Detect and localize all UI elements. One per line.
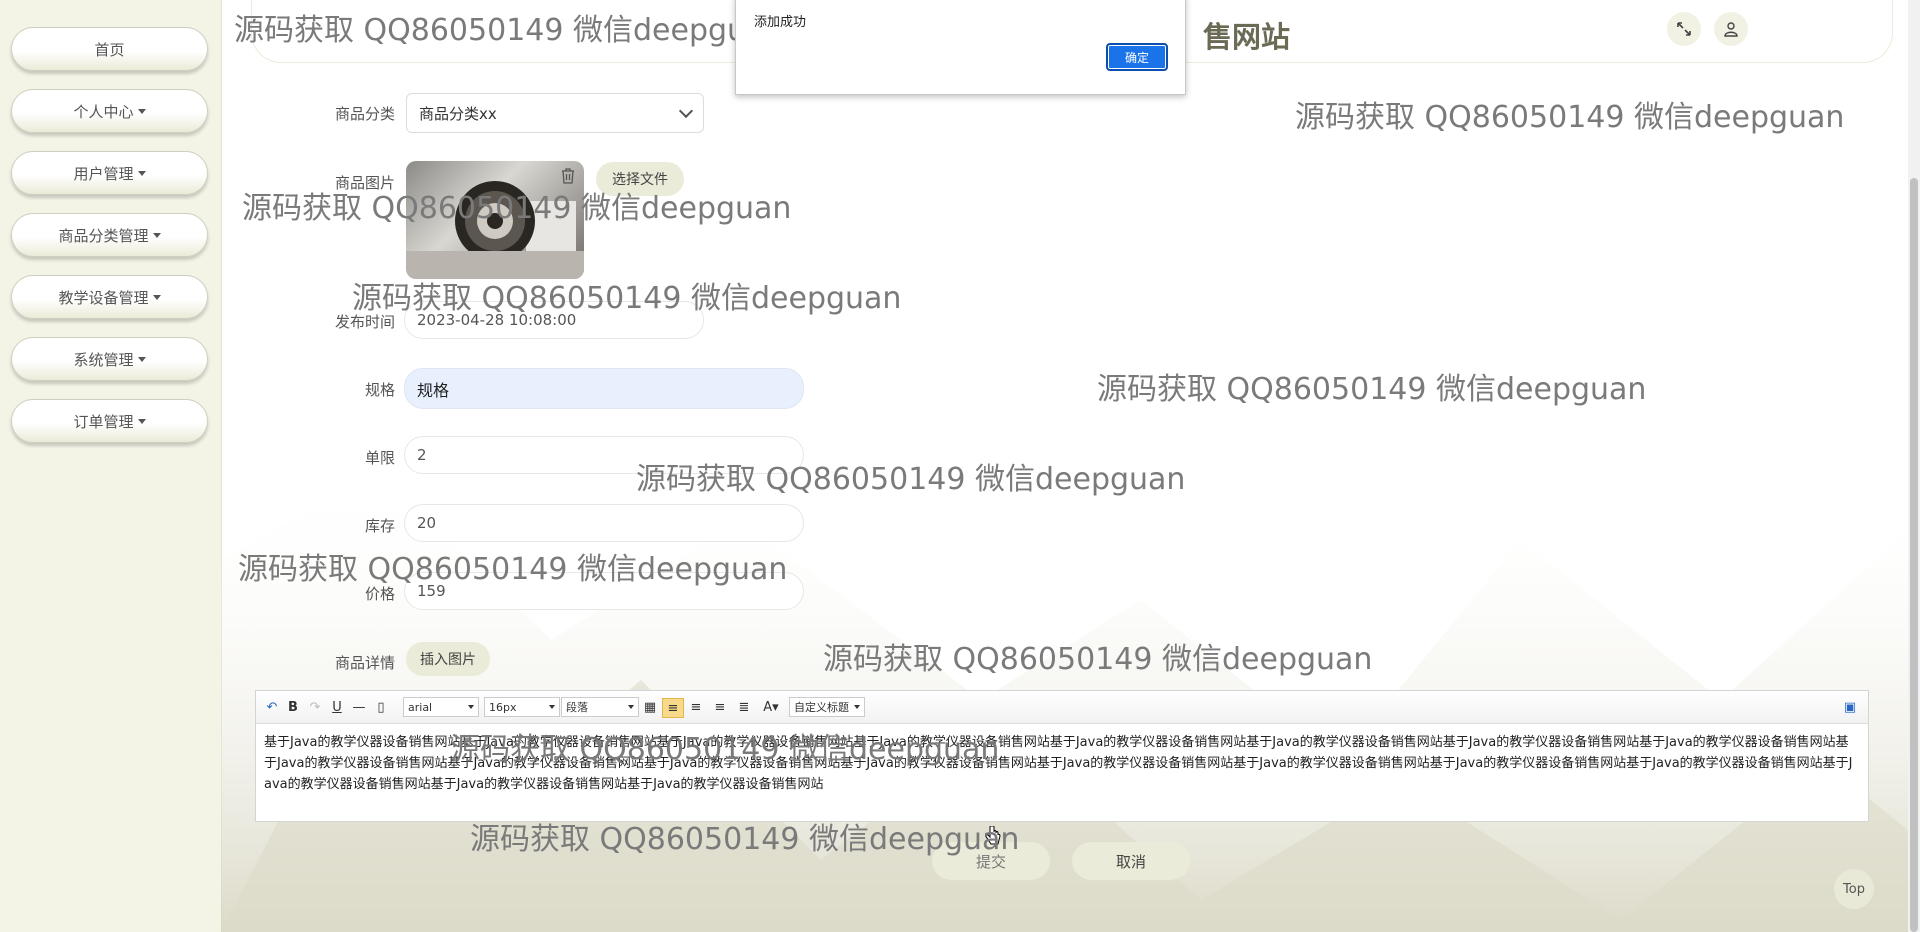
- caret-down-icon: [137, 356, 146, 362]
- dropdown-arrow-icon: [549, 705, 555, 709]
- caret-down-icon: [152, 232, 161, 238]
- caret-down-icon: [137, 108, 146, 114]
- sidebar-item-system-management[interactable]: 系统管理: [11, 337, 208, 381]
- document-icon[interactable]: ▯: [374, 698, 388, 716]
- watermark: 源码获取 QQ86050149 微信deepguan: [470, 822, 1020, 857]
- caret-down-icon: [137, 418, 146, 424]
- font-size-select[interactable]: 16px: [484, 697, 560, 717]
- sidebar-item-label: 订单管理: [73, 412, 134, 431]
- font-family-value: arial: [408, 700, 433, 714]
- spec-field[interactable]: [404, 368, 804, 409]
- user-icon[interactable]: [1714, 12, 1748, 46]
- watermark: 源码获取 QQ86050149 微信deepguan: [234, 13, 784, 48]
- sidebar-item-label: 系统管理: [73, 350, 134, 369]
- scrollbar-thumb[interactable]: [1910, 178, 1918, 932]
- chevron-down-icon: [678, 103, 694, 119]
- font-color-icon[interactable]: A▾: [760, 698, 782, 716]
- table-icon[interactable]: ▦: [642, 698, 658, 716]
- sidebar: 首页 个人中心 用户管理 商品分类管理 教学设备管理 系统管理 订单管理: [0, 0, 222, 932]
- watermark: 源码获取 QQ86050149 微信deepguan: [1097, 372, 1647, 407]
- category-select[interactable]: 商品分类xx: [406, 93, 704, 133]
- sidebar-item-user-management[interactable]: 用户管理: [11, 151, 208, 195]
- font-family-select[interactable]: arial: [403, 697, 479, 717]
- watermark: 源码获取 QQ86050149 微信deepguan: [1295, 100, 1845, 135]
- align-center-icon[interactable]: ≡: [712, 698, 728, 716]
- align-right-icon[interactable]: ≡: [688, 698, 704, 716]
- align-justify-icon[interactable]: ≣: [736, 698, 752, 716]
- dropdown-arrow-icon: [854, 705, 860, 709]
- dropdown-arrow-icon: [628, 705, 634, 709]
- sidebar-item-order-management[interactable]: 订单管理: [11, 399, 208, 443]
- alert-dialog: 添加成功 确定: [735, 0, 1186, 95]
- detail-label: 商品详情: [334, 654, 395, 672]
- custom-title-select[interactable]: 自定义标题: [789, 697, 865, 717]
- stock-label: 库存: [364, 517, 395, 535]
- sidebar-item-home[interactable]: 首页: [11, 27, 208, 71]
- sidebar-item-label: 用户管理: [73, 164, 134, 183]
- underline-icon[interactable]: U: [330, 698, 344, 716]
- editor-toolbar: ↶ B ↷ U — ▯ arial 16px 段落 ▦ ≡ ≡ ≡ ≣ A▾ 自…: [256, 691, 1868, 724]
- spec-label: 规格: [364, 381, 395, 399]
- stock-field[interactable]: [404, 504, 804, 542]
- custom-title-value: 自定义标题: [794, 701, 849, 714]
- watermark: 源码获取 QQ86050149 微信deepguan: [352, 281, 902, 316]
- sidebar-item-label: 商品分类管理: [58, 226, 149, 245]
- fullscreen-icon[interactable]: ▣: [1842, 698, 1858, 716]
- sidebar-item-personal-center[interactable]: 个人中心: [11, 89, 208, 133]
- paragraph-value: 段落: [566, 701, 588, 714]
- limit-label: 单限: [364, 449, 395, 467]
- site-title: 售网站: [1203, 20, 1291, 54]
- category-label: 商品分类: [334, 105, 395, 123]
- align-left-icon[interactable]: ≡: [662, 698, 684, 718]
- undo-icon[interactable]: ↶: [264, 698, 280, 716]
- cancel-button[interactable]: 取消: [1072, 842, 1190, 880]
- caret-down-icon: [137, 170, 146, 176]
- redo-icon[interactable]: ↷: [308, 698, 322, 716]
- dialog-ok-button[interactable]: 确定: [1106, 43, 1168, 71]
- caret-down-icon: [152, 294, 161, 300]
- watermark: 源码获取 QQ86050149 微信deepguan: [450, 732, 1000, 767]
- font-size-value: 16px: [489, 700, 517, 714]
- sidebar-item-label: 个人中心: [73, 102, 134, 121]
- watermark: 源码获取 QQ86050149 微信deepguan: [823, 642, 1373, 677]
- sidebar-item-category-management[interactable]: 商品分类管理: [11, 213, 208, 257]
- scrollbar[interactable]: [1908, 0, 1920, 932]
- sidebar-item-label: 教学设备管理: [58, 288, 149, 307]
- insert-image-button[interactable]: 插入图片: [406, 642, 490, 676]
- dialog-message: 添加成功: [754, 15, 807, 30]
- watermark: 源码获取 QQ86050149 微信deepguan: [242, 191, 792, 226]
- watermark: 源码获取 QQ86050149 微信deepguan: [238, 552, 788, 587]
- sidebar-item-label: 首页: [94, 40, 125, 59]
- category-selected-value: 商品分类xx: [419, 104, 497, 123]
- paragraph-select[interactable]: 段落: [561, 697, 639, 717]
- bold-icon[interactable]: B: [286, 698, 300, 716]
- watermark: 源码获取 QQ86050149 微信deepguan: [636, 462, 1186, 497]
- sidebar-item-equipment-management[interactable]: 教学设备管理: [11, 275, 208, 319]
- horizontal-rule-icon[interactable]: —: [352, 698, 366, 716]
- dropdown-arrow-icon: [468, 705, 474, 709]
- back-to-top-button[interactable]: Top: [1834, 869, 1874, 909]
- expand-icon[interactable]: [1667, 12, 1701, 46]
